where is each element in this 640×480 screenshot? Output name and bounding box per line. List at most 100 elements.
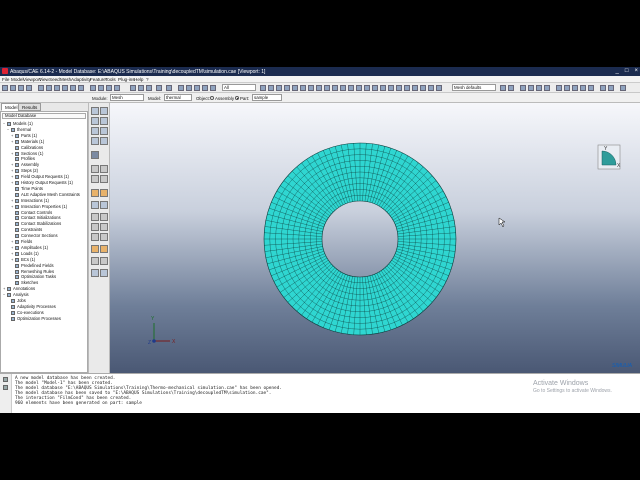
- delete-seeds-icon[interactable]: [91, 117, 99, 125]
- verify-mesh-icon[interactable]: [91, 165, 99, 173]
- grid-icon[interactable]: [372, 85, 378, 91]
- symbol-icon[interactable]: [580, 85, 586, 91]
- select-icon[interactable]: [156, 85, 162, 91]
- expand-toggle-icon[interactable]: −: [3, 292, 6, 298]
- mesh-part-icon[interactable]: [91, 127, 99, 135]
- highlight-icon[interactable]: [292, 85, 298, 91]
- animation-icon[interactable]: [428, 85, 434, 91]
- element-shape-icon[interactable]: [572, 85, 578, 91]
- face-icon[interactable]: [528, 85, 534, 91]
- triad-icon[interactable]: [364, 85, 370, 91]
- save-icon[interactable]: [18, 85, 24, 91]
- display-group-icon[interactable]: [178, 85, 184, 91]
- graphics-options-icon[interactable]: [348, 85, 354, 91]
- help-icon[interactable]: [600, 85, 606, 91]
- view-cut-icon[interactable]: [436, 85, 442, 91]
- shaded-icon[interactable]: [138, 85, 144, 91]
- mesh-color-icon[interactable]: [500, 85, 506, 91]
- menu-view[interactable]: View: [39, 77, 49, 82]
- measure-icon[interactable]: [100, 233, 108, 241]
- tab-results[interactable]: Results: [18, 103, 42, 111]
- render-style-icon[interactable]: [130, 85, 136, 91]
- pan-icon[interactable]: [38, 85, 44, 91]
- maximize-button[interactable]: □: [625, 68, 629, 74]
- expand-toggle-icon[interactable]: −: [7, 127, 10, 133]
- seed-part-icon[interactable]: [91, 107, 99, 115]
- check-mesh-icon[interactable]: [100, 165, 108, 173]
- print-icon[interactable]: [26, 85, 32, 91]
- mesh-defaults-combo[interactable]: Mesh defaults: [452, 84, 496, 91]
- delete-mesh-icon[interactable]: [91, 137, 99, 145]
- layers-icon[interactable]: [276, 85, 282, 91]
- create-datum-icon[interactable]: [91, 213, 99, 221]
- datum-axis-icon[interactable]: [91, 223, 99, 231]
- edit-mesh-icon[interactable]: [91, 201, 99, 209]
- tree-item[interactable]: Optimization Processes: [7, 316, 61, 322]
- graphics-viewport[interactable]: Y X Y X Z SIMULIA: [110, 103, 640, 373]
- mesh-controls-icon[interactable]: [100, 137, 108, 145]
- new-icon[interactable]: [2, 85, 8, 91]
- kernel-command-icon[interactable]: [3, 385, 8, 390]
- open-icon[interactable]: [10, 85, 16, 91]
- message-area-icon[interactable]: [3, 377, 8, 382]
- rotate-icon[interactable]: [46, 85, 52, 91]
- annotation-icon[interactable]: [300, 85, 306, 91]
- node-icon[interactable]: [544, 85, 550, 91]
- menu-whats-this[interactable]: ?: [146, 77, 149, 82]
- menu-seed[interactable]: Seed: [49, 77, 60, 82]
- part-combo[interactable]: sample: [252, 94, 282, 101]
- datum-plane-icon[interactable]: [100, 213, 108, 221]
- transparency-icon[interactable]: [404, 85, 410, 91]
- mesh-region-icon[interactable]: [100, 127, 108, 135]
- wireframe-icon[interactable]: [146, 85, 152, 91]
- magnify-icon[interactable]: [54, 85, 60, 91]
- menu-adaptivity[interactable]: Adaptivity: [71, 77, 91, 82]
- menu-tools[interactable]: Tools: [105, 77, 116, 82]
- partition-cell-icon[interactable]: [91, 175, 99, 183]
- datum-icon[interactable]: [308, 85, 314, 91]
- part-radio[interactable]: [235, 96, 239, 100]
- assign-stack-icon[interactable]: [100, 269, 108, 277]
- menu-feature[interactable]: Feature: [90, 77, 106, 82]
- view-cube-icon[interactable]: Y X: [597, 144, 621, 170]
- close-button[interactable]: ×: [634, 68, 638, 74]
- element-type-icon[interactable]: [91, 151, 99, 159]
- display-group-combo[interactable]: All: [222, 84, 256, 91]
- expand-toggle-icon[interactable]: −: [3, 121, 6, 127]
- edge-icon[interactable]: [520, 85, 526, 91]
- module-combo[interactable]: Mesh: [110, 94, 144, 101]
- tree-header-combo[interactable]: Model Database: [2, 113, 86, 119]
- reference-point-icon[interactable]: [91, 245, 99, 253]
- add-icon[interactable]: [202, 85, 208, 91]
- adaptive-icon[interactable]: [91, 257, 99, 265]
- replace-icon[interactable]: [186, 85, 192, 91]
- top-view-icon[interactable]: [114, 85, 120, 91]
- camera-icon[interactable]: [380, 85, 386, 91]
- remesh-icon[interactable]: [100, 257, 108, 265]
- cycle-view-icon[interactable]: [78, 85, 84, 91]
- datum-csys-icon[interactable]: [100, 223, 108, 231]
- seed-edge-biased-icon[interactable]: [100, 117, 108, 125]
- lighting-icon[interactable]: [356, 85, 362, 91]
- colorcode-icon[interactable]: [260, 85, 266, 91]
- ignore-entities-icon[interactable]: [100, 189, 108, 197]
- seed-edges-icon[interactable]: [100, 107, 108, 115]
- menu-plugins[interactable]: Plug-ins: [118, 77, 135, 82]
- mesh-edges-icon[interactable]: [564, 85, 570, 91]
- edit-node-icon[interactable]: [100, 201, 108, 209]
- auto-fit-icon[interactable]: [70, 85, 76, 91]
- query-tool-icon[interactable]: [91, 233, 99, 241]
- clock-icon[interactable]: [620, 85, 626, 91]
- visibility-icon[interactable]: [284, 85, 290, 91]
- feature-manager-icon[interactable]: [91, 269, 99, 277]
- remove-icon[interactable]: [194, 85, 200, 91]
- macro-icon[interactable]: [340, 85, 346, 91]
- minimize-button[interactable]: _: [616, 68, 619, 74]
- background-icon[interactable]: [388, 85, 394, 91]
- model-combo[interactable]: thermal: [164, 94, 192, 101]
- zoom-box-icon[interactable]: [62, 85, 68, 91]
- virtual-topology-icon[interactable]: [91, 189, 99, 197]
- tree-icon[interactable]: [332, 85, 338, 91]
- menu-mesh[interactable]: Mesh: [60, 77, 71, 82]
- side-view-icon[interactable]: [106, 85, 112, 91]
